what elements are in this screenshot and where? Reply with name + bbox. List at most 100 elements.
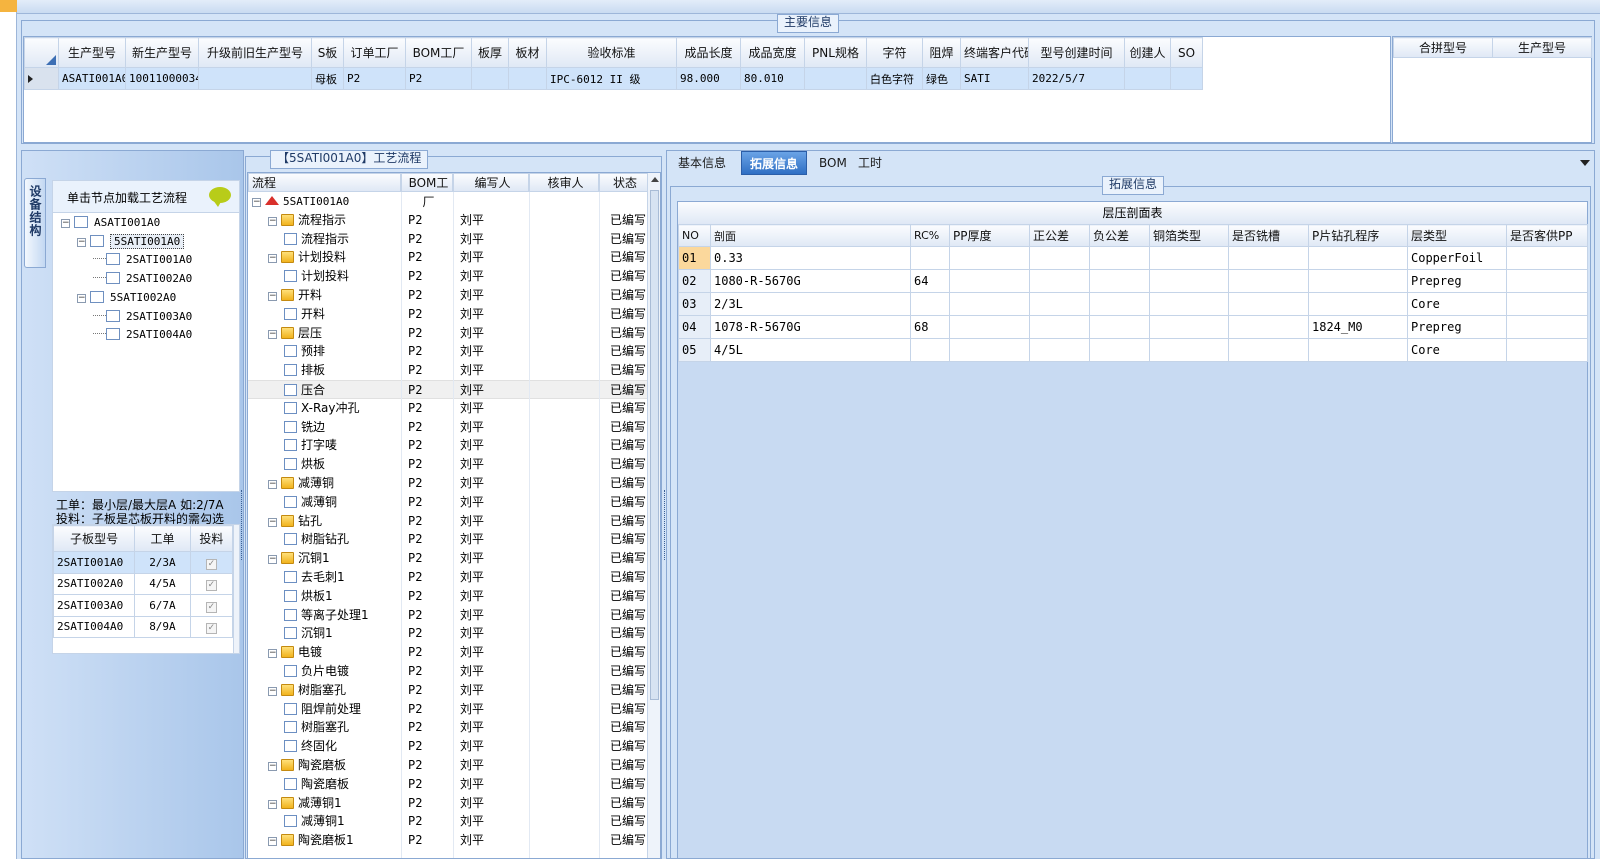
process-writer-cell[interactable]: 刘平 xyxy=(460,399,484,418)
main-col-header[interactable]: S板 xyxy=(311,37,344,68)
process-bom-cell[interactable]: P2 xyxy=(408,418,422,437)
process-status-cell[interactable]: 已编写 xyxy=(610,324,647,343)
main-col-header[interactable]: 板厚 xyxy=(471,37,509,68)
process-row[interactable]: X-Ray冲孔 P2 刘平 已编写 xyxy=(248,399,647,418)
process-row[interactable]: 阻焊前处理 P2 刘平 已编写 xyxy=(248,700,647,719)
lam-cell[interactable] xyxy=(1089,315,1150,339)
process-node[interactable]: 终固化 xyxy=(284,737,337,756)
process-row[interactable]: 陶瓷磨板 P2 刘平 已编写 xyxy=(248,775,647,794)
process-bom-cell[interactable]: P2 xyxy=(408,794,422,813)
lam-cell[interactable] xyxy=(1149,315,1229,339)
process-bom-cell[interactable]: P2 xyxy=(408,624,422,643)
process-writer-cell[interactable]: 刘平 xyxy=(460,681,484,700)
collapse-toggle-icon[interactable]: − xyxy=(268,686,277,696)
collapse-toggle-icon[interactable]: − xyxy=(61,219,70,228)
process-bom-cell[interactable]: P2 xyxy=(408,681,422,700)
process-writer-cell[interactable]: 刘平 xyxy=(460,267,484,286)
collapse-toggle-icon[interactable]: − xyxy=(268,254,277,264)
process-row[interactable]: 减薄铜 P2 刘平 已编写 xyxy=(248,493,647,512)
lam-no-cell[interactable]: 03 xyxy=(678,292,711,316)
lam-cell[interactable] xyxy=(1308,292,1408,316)
process-row[interactable]: 负片电镀 P2 刘平 已编写 xyxy=(248,662,647,681)
process-row[interactable]: − 树脂塞孔 P2 刘平 已编写 xyxy=(248,681,647,700)
process-writer-cell[interactable]: 刘平 xyxy=(460,230,484,249)
process-col-header[interactable]: BOM工厂 xyxy=(401,173,453,209)
process-status-cell[interactable]: 已编写 xyxy=(610,718,647,737)
process-row[interactable]: 计划投料 P2 刘平 已编写 xyxy=(248,267,647,286)
process-writer-cell[interactable]: 刘平 xyxy=(460,606,484,625)
lam-cell[interactable]: Prepreg xyxy=(1407,269,1507,293)
collapse-toggle-icon[interactable]: − xyxy=(268,517,277,527)
process-node[interactable]: 铣边 xyxy=(284,418,325,437)
process-bom-cell[interactable]: P2 xyxy=(408,775,422,794)
collapse-toggle-icon[interactable]: − xyxy=(268,329,277,339)
process-bom-cell[interactable]: P2 xyxy=(408,700,422,719)
process-row[interactable]: 预排 P2 刘平 已编写 xyxy=(248,342,647,361)
main-cell[interactable]: SATI xyxy=(960,67,1029,90)
lam-cell[interactable]: 68 xyxy=(910,315,950,339)
process-writer-cell[interactable]: 刘平 xyxy=(460,474,484,493)
lam-cell[interactable] xyxy=(1506,315,1588,339)
process-row[interactable]: − 沉铜1 P2 刘平 已编写 xyxy=(248,549,647,568)
process-status-cell[interactable]: 已编写 xyxy=(610,455,647,474)
lam-cell[interactable] xyxy=(1149,246,1229,270)
process-status-cell[interactable]: 已编写 xyxy=(610,230,647,249)
sub-board-row[interactable]: 2SATI004A0 8/9A ✓ xyxy=(53,615,234,638)
process-node[interactable]: 压合 xyxy=(284,381,325,400)
lam-col-header[interactable]: 铜箔类型 xyxy=(1149,224,1229,247)
main-col-header[interactable]: 成品宽度 xyxy=(740,37,805,68)
main-cell[interactable]: 10011000034219 xyxy=(125,67,199,90)
process-writer-cell[interactable]: 刘平 xyxy=(460,737,484,756)
collapse-toggle-icon[interactable]: − xyxy=(268,216,277,226)
sub-model-cell[interactable]: 2SATI002A0 xyxy=(53,572,136,595)
main-col-header[interactable]: 创建人 xyxy=(1124,37,1171,68)
process-writer-cell[interactable]: 刘平 xyxy=(460,587,484,606)
main-cell[interactable] xyxy=(471,67,509,90)
lam-row[interactable]: 03 2/3L Core xyxy=(678,292,1588,316)
process-status-cell[interactable]: 已编写 xyxy=(610,700,647,719)
process-writer-cell[interactable]: 刘平 xyxy=(460,756,484,775)
process-writer-cell[interactable]: 刘平 xyxy=(460,361,484,380)
structure-node[interactable]: − 5SATI001A0 xyxy=(77,232,185,251)
main-col-header[interactable]: SO xyxy=(1170,37,1203,68)
process-node[interactable]: 减薄铜1 xyxy=(284,812,345,831)
process-writer-cell[interactable]: 刘平 xyxy=(460,211,484,230)
process-writer-cell[interactable]: 刘平 xyxy=(460,418,484,437)
process-status-cell[interactable]: 已编写 xyxy=(610,549,647,568)
lam-cell[interactable]: 1078-R-5670G xyxy=(710,315,911,339)
process-status-cell[interactable]: 已编写 xyxy=(610,568,647,587)
feed-checkbox[interactable]: ✓ xyxy=(205,623,217,635)
process-status-cell[interactable]: 已编写 xyxy=(610,286,647,305)
process-col-header[interactable]: 状态 xyxy=(599,173,648,192)
collapse-toggle-icon[interactable]: − xyxy=(268,480,277,489)
process-bom-cell[interactable]: P2 xyxy=(408,812,422,831)
process-status-cell[interactable]: 已编写 xyxy=(610,211,647,230)
process-writer-cell[interactable]: 刘平 xyxy=(460,512,484,531)
process-writer-cell[interactable]: 刘平 xyxy=(460,812,484,831)
sub-board-row[interactable]: 2SATI003A0 6/7A ✓ xyxy=(53,594,234,617)
process-bom-cell[interactable]: P2 xyxy=(408,587,422,606)
process-node[interactable]: − 陶瓷磨板 xyxy=(268,756,346,775)
lam-no-cell[interactable]: 05 xyxy=(678,338,711,362)
sub-model-cell[interactable]: 2SATI004A0 xyxy=(53,615,136,638)
feed-checkbox[interactable]: ✓ xyxy=(205,580,217,592)
structure-node[interactable]: 2SATI001A0 xyxy=(93,250,192,269)
lam-cell[interactable] xyxy=(1089,292,1150,316)
process-node[interactable]: 陶瓷磨板 xyxy=(284,775,349,794)
merge-col-header[interactable]: 合拼型号 xyxy=(1393,37,1493,58)
main-col-header[interactable]: 终端客户代码 xyxy=(960,37,1029,68)
process-writer-cell[interactable]: 刘平 xyxy=(460,831,484,850)
process-writer-cell[interactable]: 刘平 xyxy=(460,568,484,587)
lam-col-header[interactable]: 是否铣槽 xyxy=(1228,224,1309,247)
sub-col-header[interactable]: 工单 xyxy=(134,525,191,552)
structure-node[interactable]: 2SATI004A0 xyxy=(93,325,192,344)
process-row[interactable]: − 开料 P2 刘平 已编写 xyxy=(248,286,647,305)
lam-no-cell[interactable]: 04 xyxy=(678,315,711,339)
lam-cell[interactable] xyxy=(949,338,1030,362)
main-cell[interactable]: P2 xyxy=(343,67,406,90)
process-status-cell[interactable]: 已编写 xyxy=(610,606,647,625)
main-cell[interactable]: 母板 xyxy=(311,67,344,90)
process-bom-cell[interactable]: P2 xyxy=(408,286,422,305)
process-row[interactable]: − 钻孔 P2 刘平 已编写 xyxy=(248,512,647,531)
sub-col-header[interactable]: 投料 xyxy=(189,525,234,552)
